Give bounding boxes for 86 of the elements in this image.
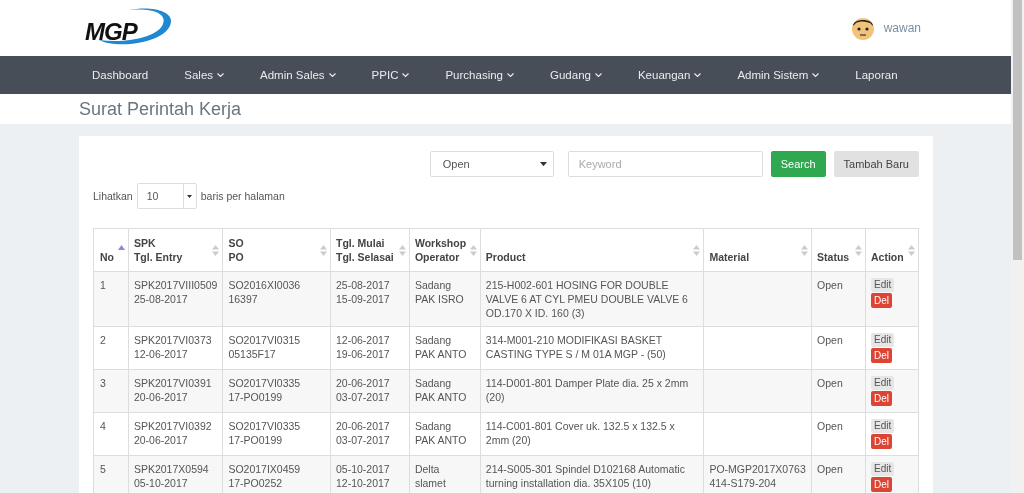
table-cell: SO2017VI0335 17-PO0199: [222, 369, 331, 413]
page-title: Surat Perintah Kerja: [79, 98, 242, 120]
nav-item[interactable]: PPIC: [358, 69, 423, 81]
sort-icon[interactable]: [320, 245, 327, 256]
user-name[interactable]: wawan: [883, 21, 921, 35]
keyword-field[interactable]: Keyword: [567, 151, 763, 177]
caret-icon: [539, 161, 547, 167]
page-size-suffix: baris per halaman: [200, 190, 285, 202]
nav-item[interactable]: Laporan: [842, 69, 911, 81]
column-header[interactable]: Material: [703, 228, 812, 272]
nav-item[interactable]: Admin Sales: [247, 69, 349, 81]
delete-button[interactable]: Del: [871, 391, 893, 406]
table-cell: 20-06-2017 03-07-2017: [330, 412, 410, 456]
sort-icon[interactable]: [469, 245, 477, 256]
table-cell: 12-06-2017 19-06-2017: [330, 326, 410, 370]
table-cell: Sadang PAK ANTO: [409, 412, 481, 456]
table-cell: 05-10-2017 12-10-2017: [330, 455, 410, 493]
page-size-select[interactable]: 10: [136, 183, 197, 209]
table-cell: 114-C001-801 Cover uk. 132.5 x 132.5 x 2mm (20): [480, 412, 704, 456]
page-size-label: Lihatkan: [93, 190, 133, 202]
table-cell: 215-H002-601 HOSING FOR DOUBLE VALVE 6 AT CYL PMEU DOUBLE VALVE 6 OD.170 X ID. 160 (3): [480, 271, 704, 327]
delete-button[interactable]: Del: [871, 348, 893, 363]
table-cell: Open: [811, 455, 866, 493]
scrollbar-thumb[interactable]: [1013, 0, 1022, 260]
column-header[interactable]: SPK Tgl. Entry: [128, 228, 223, 272]
table-cell: SPK2017VI0373 12-06-2017: [128, 326, 223, 370]
table-cell: Open: [811, 369, 866, 413]
column-header[interactable]: Product: [480, 228, 704, 272]
edit-button[interactable]: Edit: [871, 419, 895, 433]
table-cell: 214-S005-301 Spindel D102168 Automatic turning installation dia. 35X105 (10): [480, 455, 704, 493]
sort-icon[interactable]: [693, 245, 701, 256]
table-cell: Open: [811, 326, 866, 370]
table-cell: 20-06-2017 03-07-2017: [330, 369, 410, 413]
table-cell: SPK2017VIII0509 25-08-2017: [128, 271, 223, 327]
edit-button[interactable]: Edit: [871, 333, 895, 347]
scrollbar[interactable]: [1011, 0, 1024, 493]
sort-ascending-icon[interactable]: [117, 245, 125, 250]
table-cell: 4: [93, 412, 129, 456]
status-select[interactable]: Open: [429, 151, 554, 177]
column-header[interactable]: Workshop Operator: [409, 228, 481, 272]
nav-item[interactable]: Gudang: [537, 69, 615, 81]
sort-icon[interactable]: [212, 245, 220, 256]
table-cell: 314-M001-210 MODIFIKASI BASKET CASTING TYPE S / M 01A MGP - (50): [480, 326, 704, 370]
table-cell: 5: [93, 455, 129, 493]
nav-item[interactable]: Admin Sistem: [724, 69, 833, 81]
delete-button[interactable]: Del: [871, 293, 893, 308]
column-header[interactable]: Status: [811, 228, 866, 272]
column-header[interactable]: SO PO: [222, 228, 331, 272]
table-cell: SO2017IX0459 17-PO0252: [222, 455, 331, 493]
column-header[interactable]: Action: [865, 228, 919, 272]
table-cell: Open: [811, 412, 866, 456]
table-cell: SPK2017VI0391 20-06-2017: [128, 369, 223, 413]
table-cell: 3: [93, 369, 129, 413]
table-cell: PO-MGP2017X0763 414-S179-204: [703, 455, 812, 493]
table-cell: Sadang PAK ANTO: [409, 369, 481, 413]
nav-item[interactable]: Dashboard: [79, 69, 162, 81]
table-cell: Delta slamet: [409, 455, 481, 493]
table-cell: 2: [93, 326, 129, 370]
table-cell: Sadang PAK ANTO: [409, 326, 481, 370]
edit-button[interactable]: Edit: [871, 376, 895, 390]
table-cell: Open: [811, 271, 866, 327]
sort-icon[interactable]: [908, 245, 915, 256]
avatar-icon: [849, 15, 876, 41]
delete-button[interactable]: Del: [871, 477, 893, 492]
table-cell: 25-08-2017 15-09-2017: [330, 271, 410, 327]
nav-item[interactable]: Purchasing: [432, 69, 527, 81]
table-cell: SPK2017X0594 05-10-2017: [128, 455, 223, 493]
table-cell: SO2017VI0315 05135F17: [222, 326, 331, 370]
table-cell: 1: [93, 271, 129, 327]
column-header[interactable]: No: [93, 228, 129, 272]
table-cell: SPK2017VI0392 20-06-2017: [128, 412, 223, 456]
table-cell: Sadang PAK ISRO: [409, 271, 481, 327]
sort-icon[interactable]: [398, 245, 406, 256]
table-cell: SO2017VI0335 17-PO0199: [222, 412, 331, 456]
caret-icon: [187, 194, 193, 198]
delete-button[interactable]: Del: [871, 434, 893, 449]
sort-icon[interactable]: [801, 245, 809, 256]
add-button[interactable]: Tambah Baru: [833, 151, 919, 177]
sort-icon[interactable]: [855, 245, 862, 256]
edit-button[interactable]: Edit: [871, 462, 895, 476]
nav-item[interactable]: Keuangan: [624, 69, 715, 81]
nav-item[interactable]: Sales: [171, 69, 238, 81]
table-cell: SO2016XI0036 16397: [222, 271, 331, 327]
edit-button[interactable]: Edit: [871, 278, 895, 292]
table-cell: 114-D001-801 Damper Plate dia. 25 x 2mm (20): [480, 369, 704, 413]
column-header[interactable]: Tgl. Mulai Tgl. Selasai: [330, 228, 410, 272]
